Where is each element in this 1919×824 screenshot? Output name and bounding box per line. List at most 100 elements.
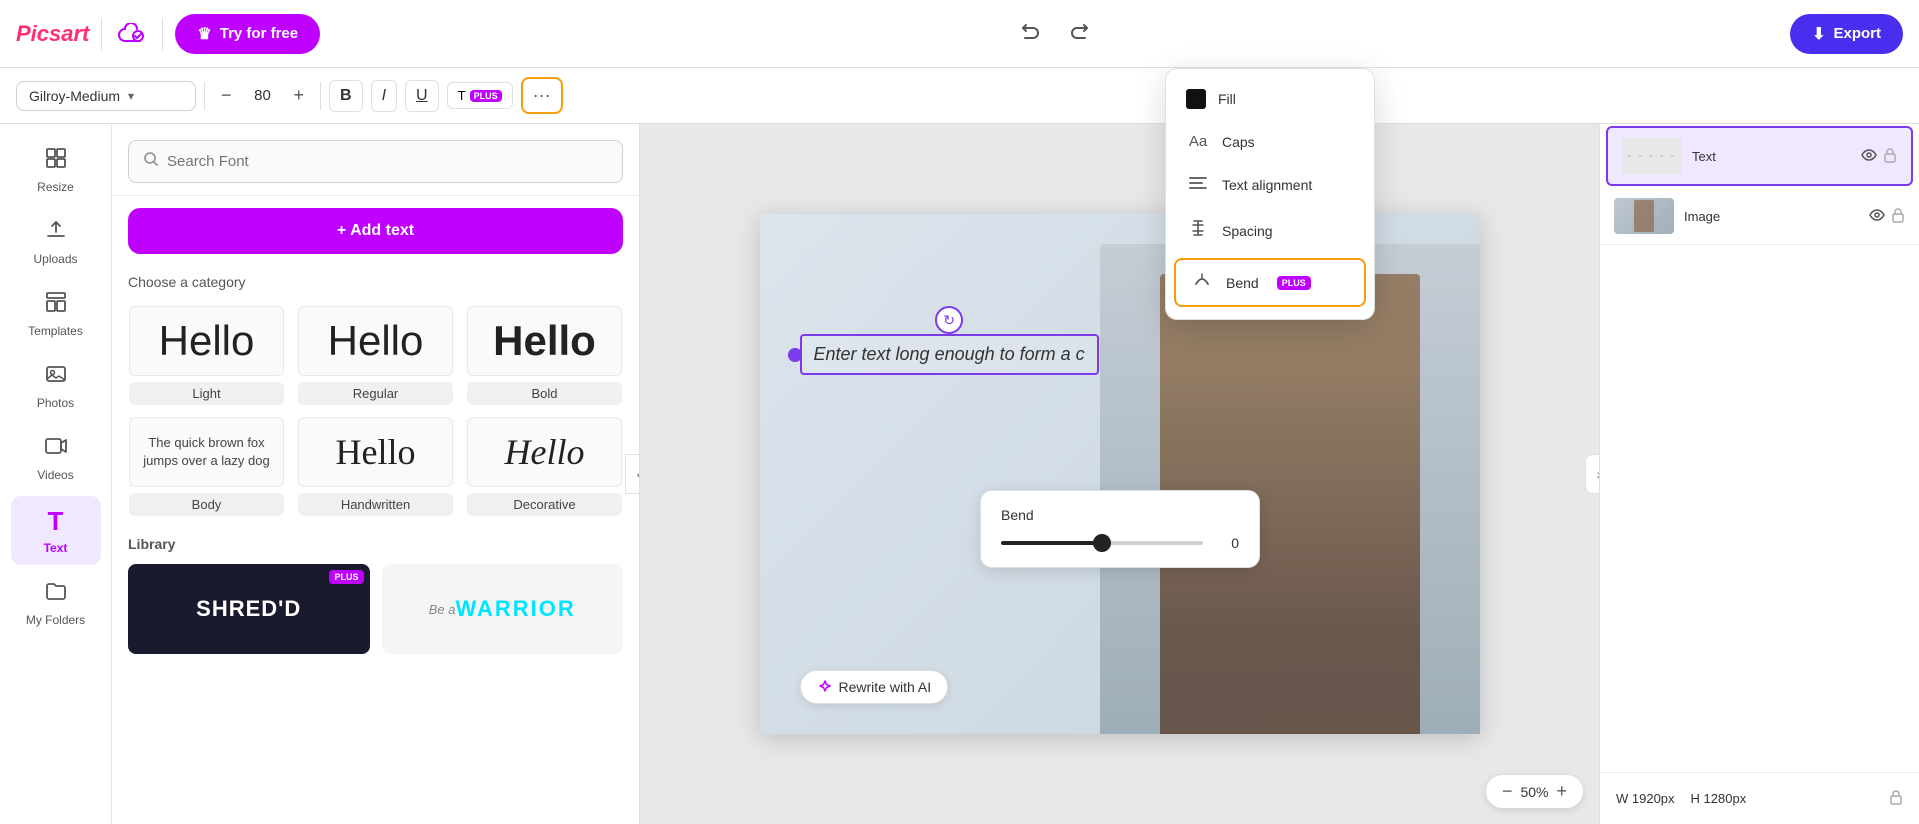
videos-icon — [44, 434, 68, 464]
panel-collapse-button[interactable]: ‹ — [625, 454, 640, 494]
uploads-label: Uploads — [33, 252, 77, 266]
canvas-text-box[interactable]: ↻ Enter text long enough to form a c — [800, 334, 1099, 375]
ai-rewrite-chip[interactable]: Rewrite with AI — [800, 670, 949, 704]
cloud-icon[interactable] — [114, 16, 150, 52]
redo-button[interactable] — [1063, 14, 1097, 54]
dropdown-item-fill[interactable]: Fill — [1166, 77, 1374, 121]
sidebar-item-resize[interactable]: Resize — [11, 136, 101, 204]
uploads-icon — [44, 218, 68, 248]
canvas-right-arrow[interactable]: › — [1585, 454, 1599, 494]
font-cat-preview-light: Hello — [129, 306, 284, 376]
ai-text-icon: T — [458, 88, 466, 103]
canvas-width-value: W 1920px — [1616, 791, 1675, 806]
undo-button[interactable] — [1013, 14, 1047, 54]
bend-label: Bend — [1226, 275, 1259, 291]
font-cat-body[interactable]: The quick brown fox jumps over a lazy do… — [128, 417, 285, 516]
layer-thumb-text: - - - - - — [1622, 138, 1682, 174]
library-item-2[interactable]: Be a WARRIOR — [382, 564, 624, 654]
caps-icon: Aa — [1186, 133, 1210, 150]
left-sidebar: Resize Uploads Templates Photos Videos — [0, 124, 112, 824]
dropdown-item-caps[interactable]: Aa Caps — [1166, 121, 1374, 162]
text-layer-lock-button[interactable] — [1883, 147, 1897, 166]
font-search-box[interactable] — [128, 140, 623, 183]
logo: Picsart — [16, 21, 89, 47]
sidebar-item-photos[interactable]: Photos — [11, 352, 101, 420]
bold-button[interactable]: B — [329, 80, 363, 112]
library-item-1[interactable]: SHRED'D PLUS — [128, 564, 370, 654]
try-for-free-button[interactable]: ♛ Try for free — [175, 14, 320, 54]
font-cat-label-decorative: Decorative — [467, 493, 622, 516]
my-folders-label: My Folders — [26, 613, 85, 627]
underline-button[interactable]: U — [405, 80, 439, 112]
image-layer-lock-button[interactable] — [1891, 207, 1905, 226]
sidebar-item-uploads[interactable]: Uploads — [11, 208, 101, 276]
export-button[interactable]: ⬇ Export — [1790, 14, 1903, 54]
font-cat-preview-body: The quick brown fox jumps over a lazy do… — [129, 417, 284, 487]
dropdown-item-spacing[interactable]: Spacing — [1166, 207, 1374, 254]
bend-slider[interactable] — [1001, 541, 1203, 545]
font-cat-handwritten[interactable]: Hello Handwritten — [297, 417, 454, 516]
font-search-wrap — [112, 124, 639, 196]
templates-label: Templates — [28, 324, 83, 338]
image-layer-name: Image — [1684, 209, 1859, 224]
text-alignment-icon — [1186, 174, 1210, 195]
export-icon: ⬇ — [1812, 24, 1825, 44]
sidebar-item-text[interactable]: T Text — [11, 496, 101, 565]
layer-item-image[interactable]: Image — [1600, 188, 1919, 245]
drag-handle[interactable] — [788, 348, 802, 362]
library-text-1: SHRED'D — [196, 596, 301, 622]
font-toolbar: Gilroy-Medium ▾ − 80 + B I U T PLUS ··· — [0, 68, 1919, 124]
canvas-lock-button[interactable] — [1889, 789, 1903, 808]
dropdown-item-bend[interactable]: Bend PLUS — [1174, 258, 1366, 307]
dropdown-item-text-alignment[interactable]: Text alignment — [1166, 162, 1374, 207]
topbar: Picsart ♛ Try for free ⬇ Export — [0, 0, 1919, 68]
font-cat-regular[interactable]: Hello Regular — [297, 306, 454, 405]
italic-button[interactable]: I — [371, 80, 397, 112]
font-cat-label-handwritten: Handwritten — [298, 493, 453, 516]
try-for-free-label: Try for free — [220, 25, 298, 42]
sidebar-item-videos[interactable]: Videos — [11, 424, 101, 492]
plus-badge: PLUS — [470, 90, 502, 102]
more-options-button[interactable]: ··· — [521, 77, 563, 114]
resize-label: Resize — [37, 180, 74, 194]
text-layer-visibility-button[interactable] — [1861, 147, 1877, 166]
sidebar-item-templates[interactable]: Templates — [11, 280, 101, 348]
sidebar-item-my-folders[interactable]: My Folders — [11, 569, 101, 637]
rotate-handle[interactable]: ↻ — [935, 306, 963, 334]
bend-slider-row: 0 — [1001, 535, 1239, 551]
right-panel: - - - - - Text Image — [1599, 124, 1919, 824]
font-size-value: 80 — [248, 87, 278, 104]
font-toolbar-divider-1 — [204, 82, 205, 110]
image-layer-visibility-button[interactable] — [1869, 207, 1885, 226]
zoom-out-button[interactable]: − — [1502, 781, 1513, 802]
font-cat-label-body: Body — [129, 493, 284, 516]
canvas-area: ↻ Enter text long enough to form a c Rew… — [640, 124, 1599, 824]
bend-popup: Bend 0 — [980, 490, 1260, 568]
image-layer-actions — [1869, 207, 1905, 226]
font-cat-light[interactable]: Hello Light — [128, 306, 285, 405]
chevron-down-icon: ▾ — [128, 89, 134, 103]
font-cat-bold[interactable]: Hello Bold — [466, 306, 623, 405]
font-cat-decorative[interactable]: Hello Decorative — [466, 417, 623, 516]
text-alignment-label: Text alignment — [1222, 177, 1312, 193]
logo-text: Picsart — [16, 21, 89, 47]
layer-item-text[interactable]: - - - - - Text — [1606, 126, 1913, 186]
ai-text-button[interactable]: T PLUS — [447, 82, 513, 109]
ai-rewrite-label: Rewrite with AI — [839, 679, 932, 695]
more-options-icon: ··· — [533, 85, 551, 106]
font-size-increase-button[interactable]: + — [286, 81, 313, 110]
font-selector[interactable]: Gilroy-Medium ▾ — [16, 81, 196, 111]
zoom-in-button[interactable]: + — [1556, 781, 1567, 802]
bend-value: 0 — [1215, 535, 1239, 551]
topbar-divider-1 — [101, 18, 102, 50]
library-label: Library — [112, 524, 639, 560]
search-font-input[interactable] — [167, 153, 608, 170]
photos-label: Photos — [37, 396, 74, 410]
add-text-button[interactable]: + Add text — [128, 208, 623, 254]
zoom-value: 50% — [1520, 784, 1548, 800]
text-icon: T — [48, 506, 64, 537]
canvas-text-content[interactable]: Enter text long enough to form a c — [814, 344, 1085, 365]
font-size-decrease-button[interactable]: − — [213, 81, 240, 110]
crown-icon: ♛ — [197, 24, 211, 44]
main-layout: Resize Uploads Templates Photos Videos — [0, 124, 1919, 824]
